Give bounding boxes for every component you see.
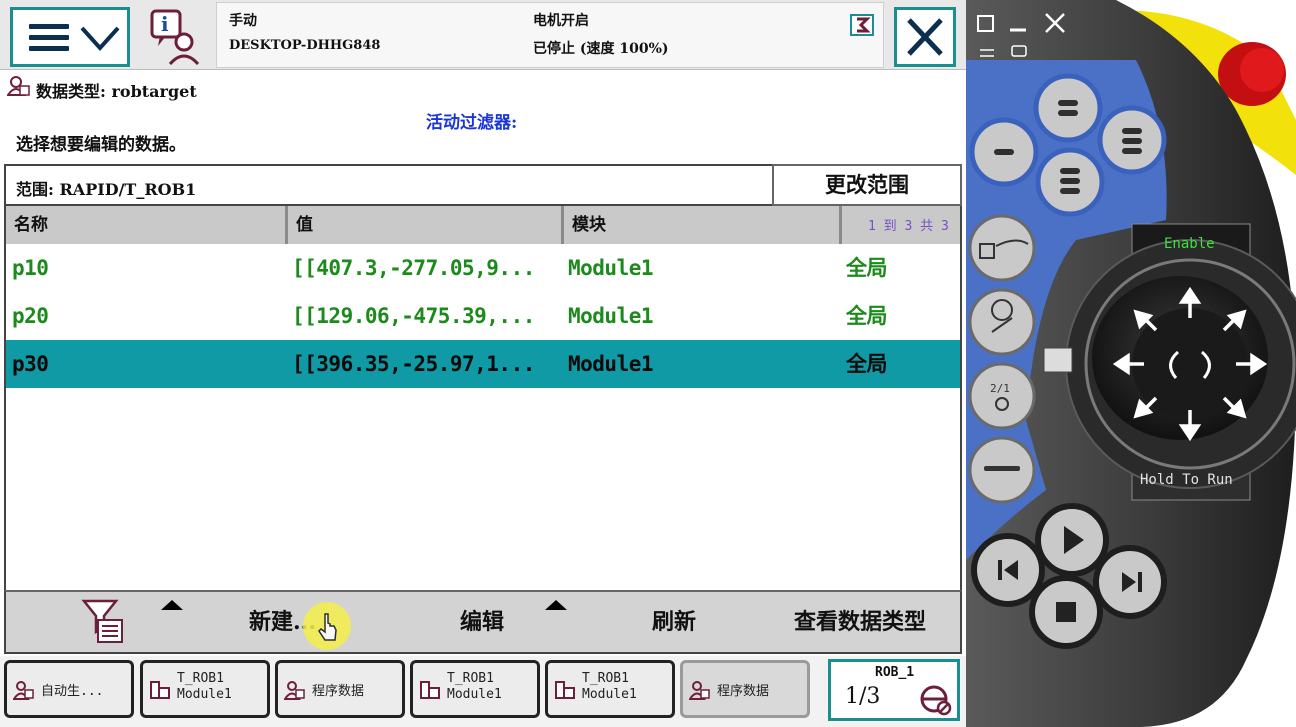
task-tab-module[interactable]: T_ROB1 Module1 [410,660,540,718]
speed-fraction: 1/3 [845,684,881,709]
change-scope-button[interactable]: 更改范围 [772,164,962,206]
datatype-row: 数据类型: robtarget [0,72,966,102]
task-label: 程序数据 [312,684,365,699]
row-module: Module1 [568,352,654,376]
task-tab-program-data[interactable]: 程序数据 [275,660,405,718]
close-icon [907,18,943,56]
program-icon [420,681,440,699]
task-label: T_ROB1 [447,671,494,686]
task-tab-program-data-active[interactable]: 程序数据 [680,660,810,718]
row-name: p20 [12,304,49,328]
table-row-selected[interactable]: p30 [[396.35,-25.97,1... Module1 全局 [6,340,960,388]
row-module: Module1 [568,256,654,280]
command-bar: 新建... 编辑 刷新 查看数据类型 [4,590,962,654]
filter-icon[interactable] [80,598,126,646]
flexpendant-body: 2/1 [966,0,1296,727]
column-header-value[interactable]: 值 [288,206,564,244]
program-icon [555,681,575,699]
table-row[interactable]: p20 [[129.06,-475.39,... Module1 全局 [6,292,960,340]
edit-menu-arrow-icon [545,600,567,610]
enable-label: Enable [1164,236,1215,252]
scope-label: 范围: RAPID/T_ROB1 [16,180,197,199]
incremental-mode-icon [920,685,952,716]
hold-to-run-label: Hold To Run [1140,472,1233,488]
row-scope: 全局 [846,351,888,376]
flexpendant-panel: 2/1 Enable Hold To Run [966,0,1296,727]
task-sublabel: Module1 [582,687,637,702]
refresh-button[interactable]: 刷新 [652,604,696,636]
row-name: p30 [12,352,49,376]
row-value: [[396.35,-25.97,1... [292,352,535,376]
datatype-label: 数据类型: robtarget [36,82,197,101]
svg-text:i: i [161,12,169,36]
task-sublabel: Module1 [177,687,232,702]
close-button[interactable] [894,7,956,67]
cursor-highlight [303,602,351,650]
table-row[interactable]: p10 [[407.3,-277.05,9... Module1 全局 [6,244,960,292]
task-tab-auto[interactable]: 自动生... [4,660,134,718]
task-tab-module[interactable]: T_ROB1 Module1 [545,660,675,718]
main-menu-button[interactable] [10,7,130,67]
task-sublabel: Module1 [447,687,502,702]
row-scope: 全局 [846,255,888,280]
row-name: p10 [12,256,49,280]
scope-box: 范围: RAPID/T_ROB1 [4,164,772,206]
status-panel: 手动 DESKTOP-DHHG848 电机开启 已停止 (速度 100%) [216,2,884,68]
hand-cursor-icon [318,613,337,641]
menu-icon [29,24,69,29]
task-label: 程序数据 [717,684,770,699]
column-header-name[interactable]: 名称 [6,206,288,244]
row-module: Module1 [568,304,654,328]
data-icon [7,76,30,96]
task-bar: 自动生... T_ROB1 Module1 程序数据 T_ROB1 Module… [0,656,966,727]
edit-button[interactable]: 编辑 [460,604,504,636]
task-label: 自动生... [41,684,104,699]
data-table: 名称 值 模块 1 到 3 共 3 p10 [[407.3,-277.05,9.… [4,206,962,590]
controller-name: DESKTOP-DHHG848 [229,38,381,53]
row-scope: 全局 [846,303,888,328]
motor-state: 电机开启 [533,13,589,29]
active-filter-label[interactable]: 活动过滤器: [426,108,517,133]
data-icon [689,681,710,700]
view-datatypes-button[interactable]: 查看数据类型 [794,604,926,636]
row-value: [[129.06,-475.39,... [292,304,535,328]
data-icon [13,681,34,700]
chevron-down-icon [80,26,120,51]
data-icon [284,681,305,700]
quickset-button[interactable]: ROB_1 1/3 [828,659,960,721]
menu-icon-bar [29,35,69,40]
task-label: T_ROB1 [177,671,224,686]
instruction-text: 选择想要编辑的数据。 [16,135,186,155]
controller-status-icon [850,14,874,36]
run-state: 已停止 (速度 100%) [533,41,669,57]
operating-mode: 手动 [229,13,257,29]
menu-icon-bar [29,46,69,51]
column-header-module[interactable]: 模块 [564,206,842,244]
pager-label: 1 到 3 共 3 [842,206,960,244]
task-tab-module[interactable]: T_ROB1 Module1 [140,660,270,718]
top-bar: i 手动 DESKTOP-DHHG848 电机开启 已停止 (速度 100%) [0,0,966,70]
row-value: [[407.3,-277.05,9... [292,256,535,280]
filter-menu-arrow-icon [161,600,183,610]
event-log-icon[interactable]: i [146,8,208,66]
task-label: T_ROB1 [582,671,629,686]
svg-text:2/1: 2/1 [990,382,1010,395]
robot-name: ROB_1 [875,665,915,680]
program-icon [150,681,170,699]
